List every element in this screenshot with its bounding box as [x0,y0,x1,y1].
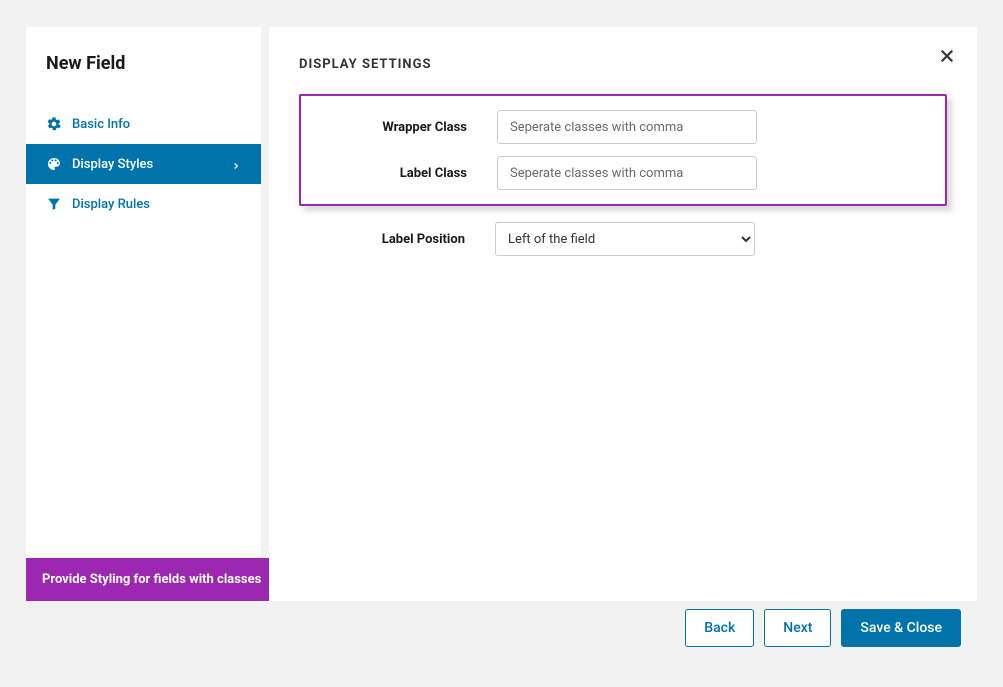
label-position-row: Label Position Left of the field [299,214,947,256]
label-class-input[interactable] [497,156,757,190]
modal-body: New Field Basic Info Display Styles [26,27,977,601]
highlight-box: Wrapper Class Label Class [299,94,947,206]
sidebar-item-label: Display Rules [72,197,150,212]
sidebar: New Field Basic Info Display Styles [26,27,261,601]
palette-icon [46,156,62,172]
modal: New Field Basic Info Display Styles [26,27,977,655]
next-button[interactable]: Next [764,609,831,647]
save-close-button[interactable]: Save & Close [841,609,961,647]
sidebar-nav: Basic Info Display Styles Display Rules [26,104,261,224]
wrapper-class-label: Wrapper Class [301,120,467,135]
label-class-label: Label Class [301,166,467,181]
sidebar-item-label: Basic Info [72,117,130,132]
label-position-select[interactable]: Left of the field [495,222,755,256]
wrapper-class-input[interactable] [497,110,757,144]
sidebar-item-basic-info[interactable]: Basic Info [26,104,261,144]
section-heading: DISPLAY SETTINGS [299,57,947,72]
back-button[interactable]: Back [685,609,754,647]
footer: Back Next Save & Close [26,601,977,655]
sidebar-item-display-rules[interactable]: Display Rules [26,184,261,224]
content-panel: DISPLAY SETTINGS Wrapper Class Label Cla… [269,27,977,601]
close-icon [938,47,956,68]
gear-icon [46,116,62,132]
wrapper-class-row: Wrapper Class [301,110,945,144]
sidebar-item-display-styles[interactable]: Display Styles [26,144,261,184]
close-button[interactable] [937,47,957,67]
filter-icon [46,196,62,212]
label-class-row: Label Class [301,156,945,190]
page-title: New Field [26,27,261,104]
chevron-right-icon [231,159,241,169]
sidebar-item-label: Display Styles [72,157,153,172]
label-position-label: Label Position [299,232,465,247]
